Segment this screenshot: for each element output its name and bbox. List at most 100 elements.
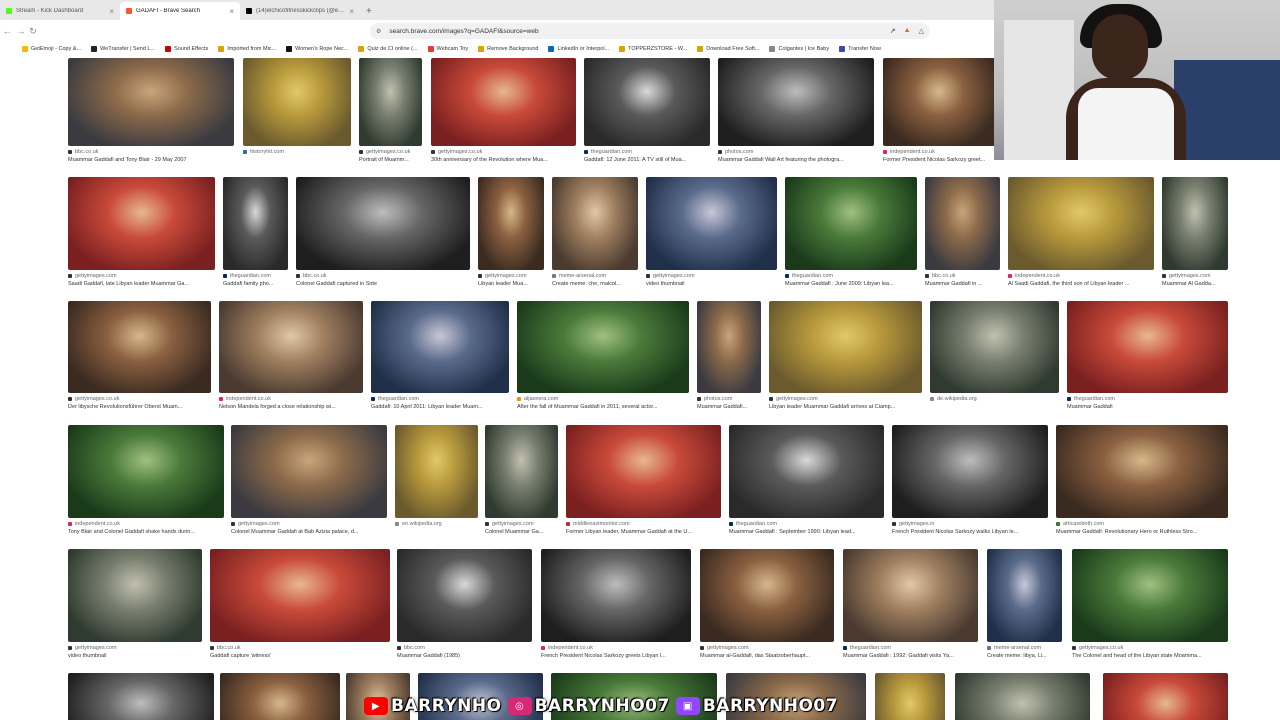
result-caption[interactable]: Portrait of Muamm... (359, 157, 422, 163)
image-thumbnail[interactable] (68, 301, 211, 393)
close-tab-icon[interactable]: × (349, 7, 354, 16)
image-thumbnail[interactable] (646, 177, 777, 270)
image-thumbnail[interactable] (930, 301, 1059, 393)
image-result-card[interactable]: gettyimages.co.uk Portrait of Muamm... (359, 58, 422, 168)
result-caption[interactable]: Colonel Muammar Gaddafi at Bab Aziziа pa… (231, 529, 387, 535)
image-result-card[interactable]: bbc.co.uk Muammar Gaddafi in ... (925, 177, 1000, 292)
image-thumbnail[interactable] (397, 549, 532, 642)
result-caption[interactable]: Al Saadi Gaddafi, the third son of Libya… (1008, 281, 1154, 287)
result-source[interactable]: photos.com (718, 149, 874, 155)
image-result-card[interactable]: gettyimages.in French President Nicolas S… (892, 425, 1048, 540)
result-caption[interactable]: Muammar Gaddafi (1067, 404, 1228, 410)
image-thumbnail[interactable] (68, 549, 202, 642)
image-result-card[interactable]: middleeastmonitor.com Former Libyan leade… (566, 425, 721, 540)
result-source[interactable]: africarebirth.com (1056, 521, 1228, 527)
result-caption[interactable]: Saadi Gaddafi, late Libyan leader Muamma… (68, 281, 215, 287)
image-result-card[interactable]: gettyimages.co.uk Der libysche Revolution… (68, 301, 211, 415)
result-source[interactable]: gettyimages.com (769, 396, 922, 402)
image-result-card[interactable]: historyhit.com (243, 58, 351, 168)
image-thumbnail[interactable] (955, 673, 1090, 720)
image-thumbnail[interactable] (1103, 673, 1228, 720)
image-thumbnail[interactable] (478, 177, 544, 270)
bookmark-item[interactable]: Women's Rope Nec... (286, 46, 348, 52)
result-caption[interactable]: Create meme: libya, Li... (987, 653, 1062, 659)
image-thumbnail[interactable] (769, 301, 922, 393)
bookmark-item[interactable]: TOPPERZSTORE - W... (619, 46, 687, 52)
result-source[interactable]: aljazeera.com (517, 396, 689, 402)
result-caption[interactable]: Muammar Gaddafi and Tony Blair - 29 May … (68, 157, 234, 163)
result-caption[interactable]: Colonel Gaddafi captured in Sirte (296, 281, 470, 287)
image-thumbnail[interactable] (220, 673, 340, 720)
image-thumbnail[interactable] (697, 301, 761, 393)
result-caption[interactable]: Libyan leader Mua... (478, 281, 544, 287)
result-source[interactable]: meme-arsenal.com (987, 645, 1062, 651)
image-result-card[interactable]: africarebirth.com Muammar Gaddafi: Revolu… (1056, 425, 1228, 540)
share-icon[interactable]: ↗ (890, 27, 896, 35)
back-icon[interactable]: ← (0, 26, 14, 36)
result-caption[interactable]: 30th anniversary of the Revolution where… (431, 157, 576, 163)
image-result-card[interactable]: gettyimages.com Colonel Muammar Gaddafi a… (231, 425, 387, 540)
bookmark-item[interactable]: Sound Effects (165, 46, 208, 52)
result-caption[interactable]: Muammar Gaddafi : 1992: Gaddafi visits Y… (843, 653, 978, 659)
image-thumbnail[interactable] (584, 58, 710, 146)
image-thumbnail[interactable] (700, 549, 834, 642)
result-caption[interactable]: Tony Blair and Colonel Gaddafi shake han… (68, 529, 224, 535)
image-thumbnail[interactable] (359, 58, 422, 146)
result-source[interactable]: gettyimages.co.uk (1072, 645, 1228, 651)
result-source[interactable]: meme-arsenal.com (552, 273, 638, 279)
browser-tab[interactable]: Stream - Kick Dashboard × (0, 2, 120, 20)
result-caption[interactable]: Muammar Gaddafi : September 1990: Libyan… (729, 529, 884, 535)
result-caption[interactable]: Muammar Gaddafi in ... (925, 281, 1000, 287)
image-result-card[interactable] (68, 673, 214, 720)
image-thumbnail[interactable] (210, 549, 390, 642)
image-result-card[interactable]: gettyimages.co.uk 30th anniversary of the… (431, 58, 576, 168)
result-source[interactable]: gettyimages.com (1162, 273, 1228, 279)
image-result-card[interactable]: meme-arsenal.com Create meme: libya, Li..… (987, 549, 1062, 664)
image-result-card[interactable]: independent.co.uk French President Nicola… (541, 549, 691, 664)
image-result-card[interactable]: gettyimages.com Muammar Al Gadda... (1162, 177, 1228, 292)
bookmark-item[interactable]: GetEmoji - Copy &... (22, 46, 81, 52)
image-thumbnail[interactable] (431, 58, 576, 146)
bookmark-item[interactable]: Remove Background (478, 46, 538, 52)
image-result-card[interactable]: en.wikipedia.org (395, 425, 478, 540)
result-source[interactable]: gettyimages.com (700, 645, 834, 651)
result-source[interactable]: theguardian.com (371, 396, 509, 402)
result-source[interactable]: gettyimages.com (68, 645, 202, 651)
result-source[interactable]: independent.co.uk (883, 149, 995, 155)
image-thumbnail[interactable] (718, 58, 874, 146)
result-source[interactable]: independent.co.uk (1008, 273, 1154, 279)
result-source[interactable]: bbc.co.uk (68, 149, 234, 155)
result-caption[interactable]: After the fall of Muammar Gaddafi in 201… (517, 404, 689, 410)
image-result-card[interactable]: theguardian.com Muammar Gaddafi : Septemb… (729, 425, 884, 540)
result-caption[interactable]: Muammar Al Gadda... (1162, 281, 1228, 287)
result-caption[interactable]: Muammar al-Gaddafi, das Staatsoberhaupt.… (700, 653, 834, 659)
image-thumbnail[interactable] (68, 58, 234, 146)
image-result-card[interactable]: independent.co.uk Tony Blair and Colonel … (68, 425, 224, 540)
image-thumbnail[interactable] (68, 177, 215, 270)
result-source[interactable]: gettyimages.in (892, 521, 1048, 527)
bookmark-item[interactable]: Webcam Toy (427, 46, 468, 52)
image-thumbnail[interactable] (395, 425, 478, 518)
image-thumbnail[interactable] (68, 425, 224, 518)
result-caption[interactable]: Former Libyan leader, Muammar Gaddafi at… (566, 529, 721, 535)
image-thumbnail[interactable] (223, 177, 288, 270)
result-caption[interactable]: Muammar Gaddafi Wall Art featuring the p… (718, 157, 874, 163)
result-source[interactable]: historyhit.com (243, 149, 351, 155)
result-source[interactable]: theguardian.com (729, 521, 884, 527)
bookmark-item[interactable]: Transfer Now (839, 46, 881, 52)
image-thumbnail[interactable] (1067, 301, 1228, 393)
image-result-card[interactable]: gettyimages.com Saadi Gaddafi, late Libya… (68, 177, 215, 292)
result-caption[interactable]: Muammar Gaddafi... (697, 404, 761, 410)
bookmark-item[interactable]: Imported from Mic... (218, 46, 276, 52)
result-source[interactable]: gettyimages.com (485, 521, 558, 527)
site-info-icon[interactable]: ⚙ (376, 28, 381, 35)
result-source[interactable]: theguardian.com (584, 149, 710, 155)
reload-icon[interactable]: ↻ (26, 26, 40, 37)
image-result-card[interactable]: theguardian.com Muammar Gaddafi : 1992: G… (843, 549, 978, 664)
image-result-card[interactable]: meme-arsenal.com Create meme: che, malcol… (552, 177, 638, 292)
image-result-card[interactable]: gettyimages.com Libyan leader Mua... (478, 177, 544, 292)
image-result-card[interactable]: aljazeera.com After the fall of Muammar G… (517, 301, 689, 415)
result-source[interactable]: middleeastmonitor.com (566, 521, 721, 527)
image-thumbnail[interactable] (843, 549, 978, 642)
result-source[interactable]: gettyimages.com (646, 273, 777, 279)
